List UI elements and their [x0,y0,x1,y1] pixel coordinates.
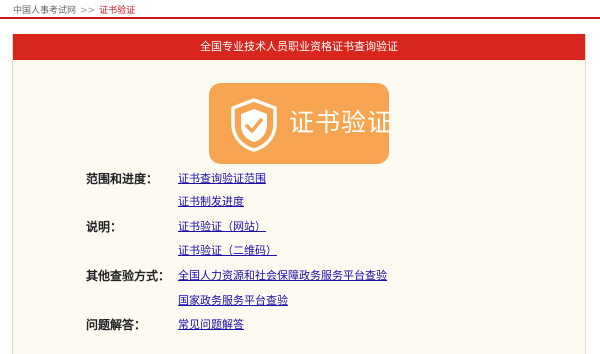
panel-title: 全国专业技术人员职业资格证书查询验证 [13,34,585,60]
verify-scope-link[interactable]: 证书查询验证范围 [178,170,266,186]
faq-row: 问题解答： 常见问题解答 [0,316,600,334]
breadcrumb-separator: >> [80,6,96,16]
notes-row: 说明： 证书验证（网站） [0,218,600,236]
faq-link[interactable]: 常见问题解答 [178,316,244,332]
faq-label: 问题解答： [86,318,147,332]
certificate-verify-badge[interactable]: 证书验证 [209,83,392,164]
national-platform-link[interactable]: 国家政务服务平台查验 [178,292,288,308]
breadcrumb-home-link[interactable]: 中国人事考试网 [13,6,76,16]
badge-label: 证书验证 [289,108,394,137]
other-row: 其他查验方式： 全国人力资源和社会保障政务服务平台查验 [0,267,600,285]
breadcrumb-current: 证书验证 [99,6,136,16]
top-bar: 中国人事考试网 >> 证书验证 [0,0,600,19]
scope-row: 范围和进度： 证书查询验证范围 [0,170,600,188]
national-platform-row: 国家政务服务平台查验 [0,292,600,310]
breadcrumb: 中国人事考试网 >> 证书验证 [13,3,135,16]
issuance-progress-link[interactable]: 证书制发进度 [178,193,244,209]
shield-check-icon [231,98,277,152]
scope-label: 范围和进度： [86,172,159,186]
other-methods-label: 其他查验方式： [86,269,171,283]
hrss-platform-link[interactable]: 全国人力资源和社会保障政务服务平台查验 [178,267,387,283]
verify-qrcode-link[interactable]: 证书验证（二维码） [178,242,277,258]
qrcode-row: 证书验证（二维码） [0,242,600,260]
progress-row: 证书制发进度 [0,193,600,211]
verify-website-link[interactable]: 证书验证（网站） [178,218,266,234]
notes-label: 说明： [86,220,123,234]
